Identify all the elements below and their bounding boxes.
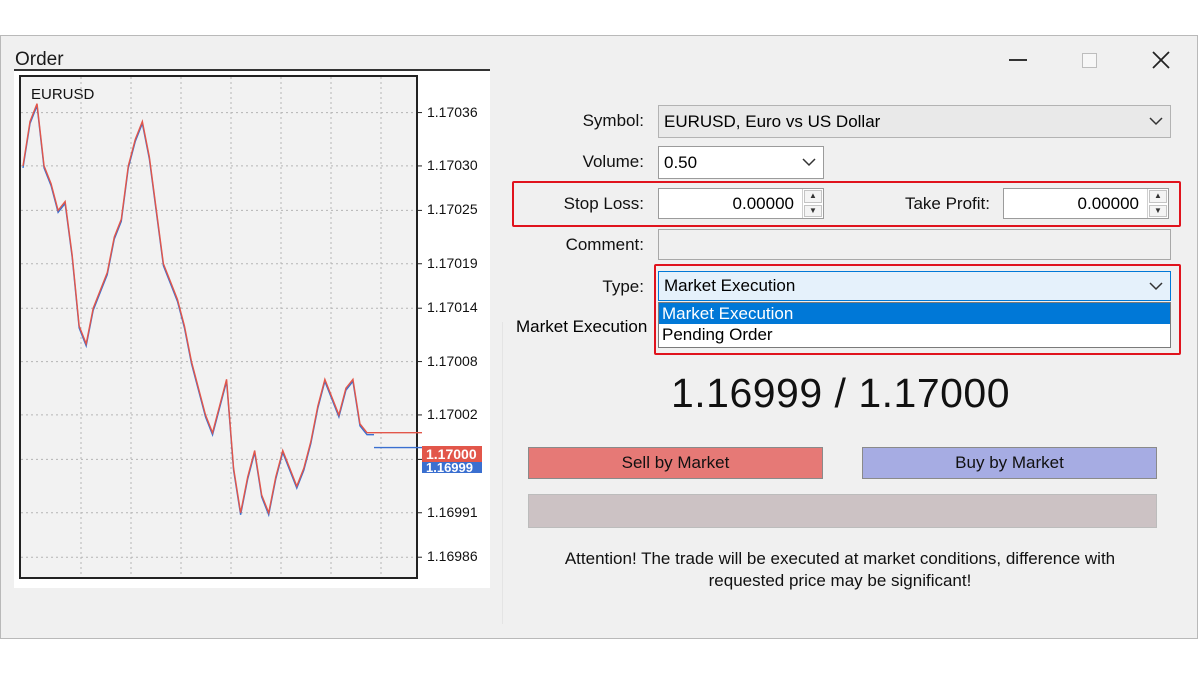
chart-top-border [14,69,490,71]
close-button[interactable] [1131,36,1191,84]
ask-price-tag: 1.17000 [422,446,482,462]
comment-label: Comment: [565,235,644,254]
symbol-label: Symbol: [582,111,644,130]
execution-section-label: Market Execution [516,317,652,337]
price-axis-label: 1.17025 [427,201,478,218]
buy-by-market-button[interactable]: Buy by Market [862,447,1157,479]
close-icon [1152,51,1170,69]
stop-loss-input[interactable]: 0.00000 ▲ ▼ [658,188,824,219]
minimize-button[interactable] [988,36,1048,84]
bid-ask-quote: 1.16999 / 1.17000 [670,370,1011,416]
price-axis-label: 1.17030 [427,156,478,173]
price-axis-label: 1.16986 [427,548,478,565]
take-profit-input[interactable]: 0.00000 ▲ ▼ [1003,188,1169,219]
sell-by-market-button[interactable]: Sell by Market [528,447,823,479]
attention-line-2: requested price may be significant! [708,571,972,590]
volume-select[interactable]: 0.50 [658,146,824,179]
price-axis-label: 1.16991 [427,503,478,520]
type-select[interactable]: Market Execution [658,271,1171,301]
chevron-down-icon [1142,281,1170,291]
take-profit-spinner: ▲ ▼ [1147,189,1168,218]
chevron-down-icon [795,158,823,167]
price-axis-label: 1.17036 [427,103,478,120]
type-option-pending-order[interactable]: Pending Order [659,324,1170,345]
maximize-button[interactable] [1059,36,1119,84]
execution-progress-bar [528,494,1157,528]
maximize-icon [1081,52,1097,68]
type-value: Market Execution [664,276,796,295]
chart-svg [21,77,422,575]
price-chart: EURUSD 1.17036 1.17030 1.17025 1.17019 1.170… [14,69,490,588]
spin-down-icon[interactable]: ▼ [804,204,822,217]
type-label: Type: [602,277,644,296]
price-axis-label: 1.17014 [427,299,478,316]
type-option-market-execution[interactable]: Market Execution [659,303,1170,324]
stop-loss-value: 0.00000 [732,193,794,213]
spin-up-icon[interactable]: ▲ [1149,190,1167,203]
bid-price-tag: 1.16999 [422,462,482,473]
price-axis-label: 1.17002 [427,405,478,422]
spin-down-icon[interactable]: ▼ [1149,204,1167,217]
stop-loss-spinner: ▲ ▼ [802,189,823,218]
symbol-select[interactable]: EURUSD, Euro vs US Dollar [658,105,1171,138]
window-title: Order [15,49,64,70]
attention-notice: Attention! The trade will be executed at… [510,548,1170,592]
bid-series-line [22,105,374,518]
volume-label: Volume: [582,152,644,171]
type-dropdown-list: Market Execution Pending Order [658,302,1171,348]
symbol-value: EURUSD, Euro vs US Dollar [664,111,881,131]
volume-value: 0.50 [664,152,698,172]
take-profit-value: 0.00000 [1077,193,1139,213]
comment-input[interactable] [658,229,1171,260]
price-axis-label: 1.17008 [427,352,478,369]
chevron-down-icon [1142,117,1170,126]
attention-line-1: Attention! The trade will be executed at… [564,549,1116,568]
take-profit-label: Take Profit: [904,194,990,213]
spin-up-icon[interactable]: ▲ [804,190,822,203]
minimize-icon [1009,59,1027,61]
price-axis-label: 1.17019 [427,254,478,271]
stop-loss-label: Stop Loss: [563,194,644,213]
